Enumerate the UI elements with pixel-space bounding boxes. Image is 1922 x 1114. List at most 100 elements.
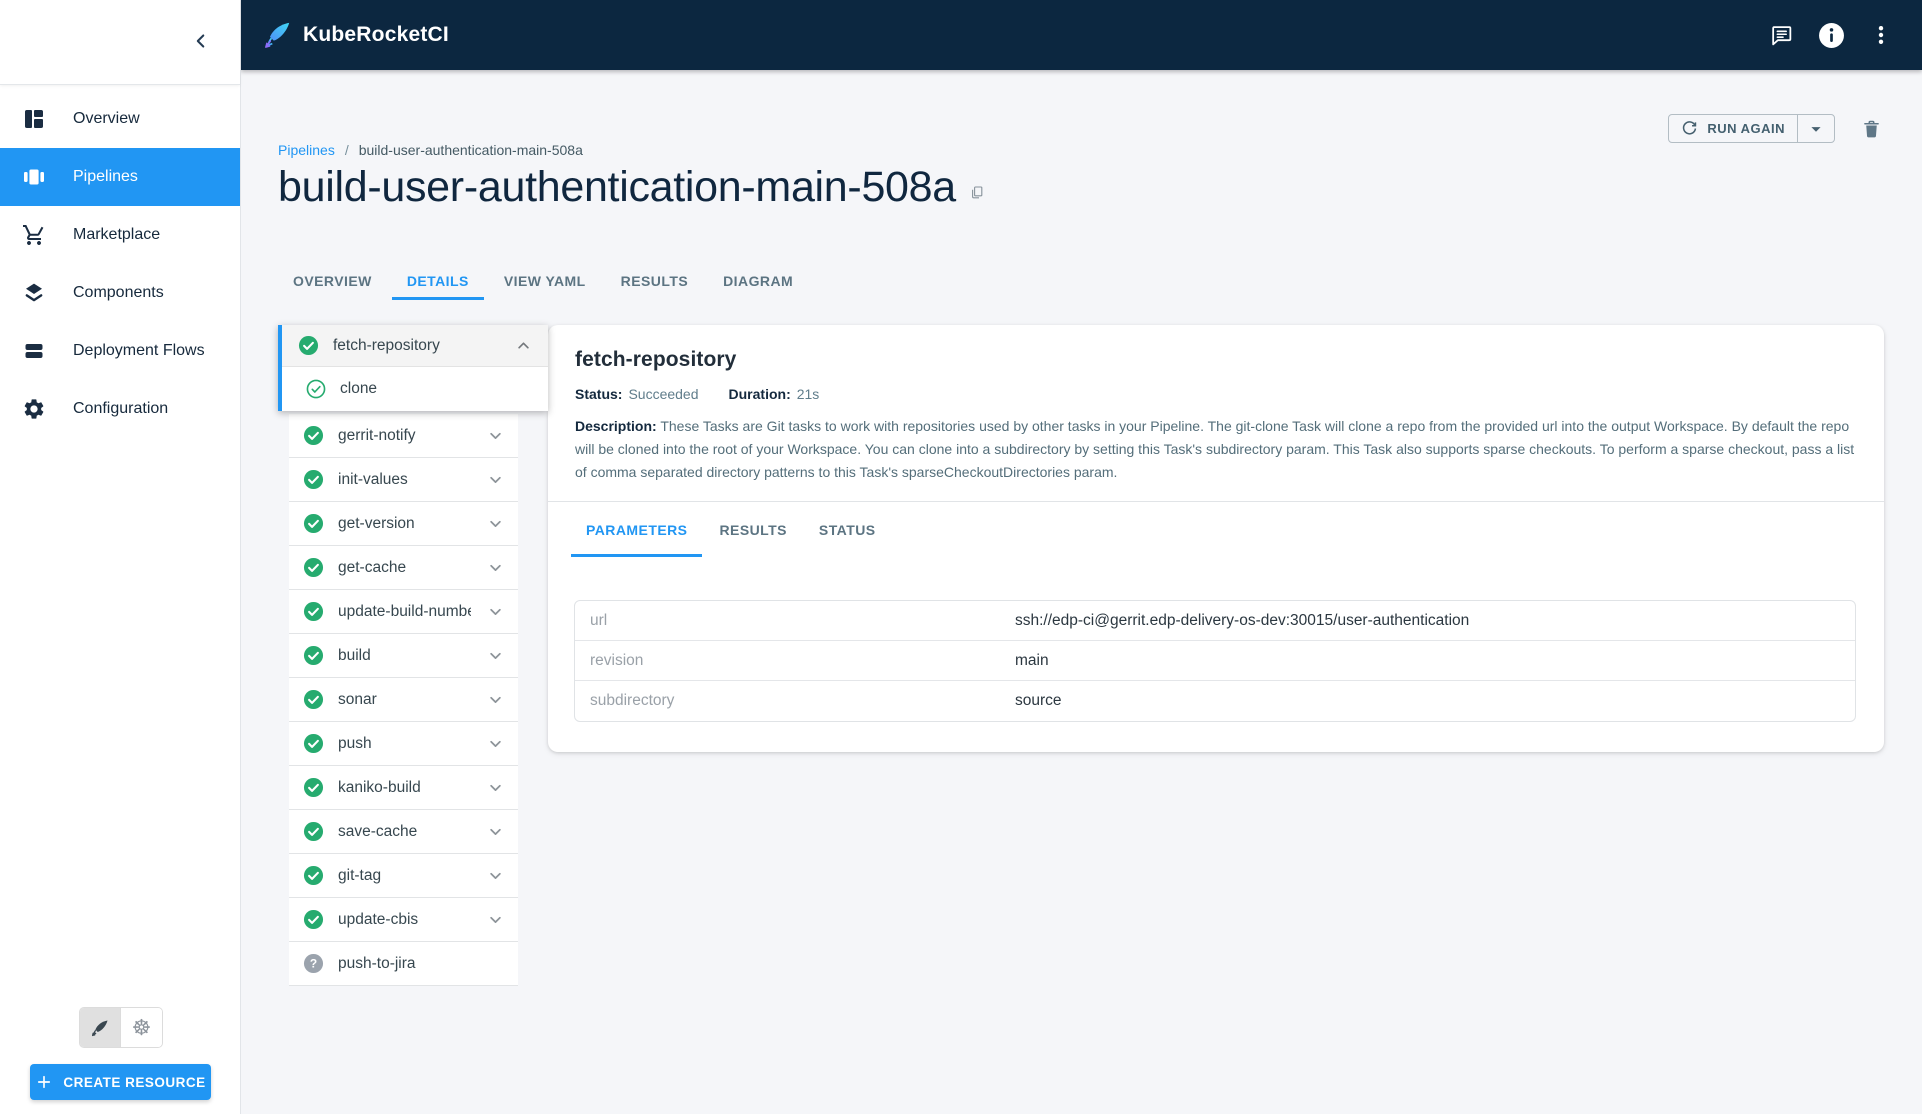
task-item-init-values[interactable]: init-values (289, 458, 518, 502)
create-resource-label: CREATE RESOURCE (63, 1074, 206, 1090)
task-detail-title: fetch-repository (575, 348, 737, 371)
sidebar: Overview Pipelines Marketplace Component… (0, 0, 241, 1114)
task-group-fetch-repository: fetch-repository clone (278, 325, 548, 411)
sidebar-item-deployment-flows[interactable]: Deployment Flows (0, 322, 240, 380)
check-circle-icon (303, 513, 324, 534)
task-item-fetch-repository[interactable]: fetch-repository (282, 325, 548, 367)
more-menu-button[interactable] (1867, 21, 1895, 49)
detail-tab-status[interactable]: STATUS (804, 502, 891, 557)
check-circle-icon (303, 645, 324, 666)
run-again-label: RUN AGAIN (1707, 121, 1785, 136)
task-item-push-to-jira[interactable]: ? push-to-jira (289, 942, 518, 986)
task-list: fetch-repository clone gerrit-notify ini… (278, 325, 548, 986)
task-item-label: save-cache (338, 822, 418, 840)
tab-view-yaml[interactable]: VIEW YAML (489, 261, 601, 300)
chevron-down-icon (485, 777, 506, 798)
create-resource-button[interactable]: CREATE RESOURCE (30, 1064, 211, 1100)
tab-overview[interactable]: OVERVIEW (278, 261, 387, 300)
sidebar-collapse-button[interactable] (188, 28, 214, 54)
status-label: Status: (575, 386, 623, 402)
task-item-update-cbis[interactable]: update-cbis (289, 898, 518, 942)
run-again-button[interactable]: RUN AGAIN (1669, 115, 1798, 142)
kubernetes-toggle-button[interactable]: ☸ (121, 1008, 162, 1047)
tab-details[interactable]: DETAILS (391, 261, 484, 300)
chevron-down-icon (485, 601, 506, 622)
feather-toggle-button[interactable] (80, 1008, 121, 1047)
chevron-down-icon (485, 733, 506, 754)
task-item-label: update-build-number (338, 602, 471, 620)
check-circle-icon (303, 425, 324, 446)
sidebar-item-configuration[interactable]: Configuration (0, 380, 240, 438)
sidebar-item-label: Deployment Flows (73, 342, 205, 359)
sidebar-item-components[interactable]: Components (0, 264, 240, 322)
detail-tab-parameters[interactable]: PARAMETERS (571, 502, 703, 557)
breadcrumb-pipelines-link[interactable]: Pipelines (278, 142, 335, 158)
task-item-build[interactable]: build (289, 634, 518, 678)
detail-tab-results[interactable]: RESULTS (704, 502, 801, 557)
task-item-label: update-cbis (338, 910, 419, 928)
task-item-save-cache[interactable]: save-cache (289, 810, 518, 854)
task-item-sonar[interactable]: sonar (289, 678, 518, 722)
run-again-dropdown-button[interactable] (1798, 115, 1834, 142)
chevron-down-icon (485, 909, 506, 930)
task-item-label: kaniko-build (338, 778, 421, 796)
delete-pipeline-button[interactable] (1859, 116, 1884, 142)
task-step-clone[interactable]: clone (282, 367, 548, 411)
info-button[interactable] (1816, 20, 1847, 51)
task-item-gerrit-notify[interactable]: gerrit-notify (289, 414, 518, 458)
task-item-kaniko-build[interactable]: kaniko-build (289, 766, 518, 810)
task-item-label: fetch-repository (333, 336, 440, 354)
kebab-menu-icon (1869, 23, 1893, 47)
sidebar-nav: Overview Pipelines Marketplace Component… (0, 85, 240, 438)
sidebar-item-overview[interactable]: Overview (0, 90, 240, 148)
task-item-label: init-values (338, 470, 408, 488)
check-circle-icon (303, 865, 324, 886)
overview-icon (22, 107, 46, 131)
question-circle-icon: ? (303, 953, 324, 974)
pipeline-tabs: OVERVIEW DETAILS VIEW YAML RESULTS DIAGRAM (278, 261, 1884, 300)
chevron-down-icon (485, 469, 506, 490)
task-item-get-cache[interactable]: get-cache (289, 546, 518, 590)
copy-title-button[interactable] (969, 185, 985, 201)
task-item-label: gerrit-notify (338, 426, 416, 444)
check-circle-icon (303, 469, 324, 490)
pipelines-icon (22, 165, 46, 189)
kubernetes-icon: ☸ (131, 1014, 152, 1040)
task-step-label: clone (340, 380, 378, 397)
cluster-toggle: ☸ (79, 1007, 163, 1048)
duration-value: 21s (796, 386, 820, 402)
task-status-row: Status: Succeeded Duration: 21s (575, 386, 1857, 402)
sidebar-item-label: Marketplace (73, 226, 161, 243)
task-item-label: get-cache (338, 558, 407, 576)
status-value: Succeeded (628, 386, 699, 402)
sidebar-header (0, 0, 240, 85)
sidebar-item-marketplace[interactable]: Marketplace (0, 206, 240, 264)
task-item-update-build-number[interactable]: update-build-number (289, 590, 518, 634)
feather-icon (90, 1018, 110, 1038)
check-circle-icon (303, 557, 324, 578)
task-item-label: get-version (338, 514, 415, 532)
trash-icon (1861, 118, 1882, 140)
sidebar-item-label: Overview (73, 110, 140, 127)
refresh-icon (1681, 120, 1698, 137)
task-item-get-version[interactable]: get-version (289, 502, 518, 546)
sidebar-item-label: Components (73, 284, 164, 301)
check-circle-icon (303, 821, 324, 842)
page-title: build-user-authentication-main-508a (278, 163, 956, 211)
sidebar-item-pipelines[interactable]: Pipelines (0, 148, 240, 206)
task-item-label: sonar (338, 690, 377, 708)
check-circle-icon (303, 689, 324, 710)
sidebar-item-label: Pipelines (73, 168, 138, 185)
parameter-value: main (1015, 651, 1049, 669)
feedback-button[interactable] (1767, 21, 1796, 50)
tab-diagram[interactable]: DIAGRAM (708, 261, 808, 300)
task-item-push[interactable]: push (289, 722, 518, 766)
breadcrumb-separator: / (344, 142, 349, 158)
task-item-label: build (338, 646, 371, 664)
appbar: KubeRocketCI (241, 0, 1922, 70)
tab-results[interactable]: RESULTS (606, 261, 703, 300)
deployment-flows-icon (22, 339, 46, 363)
task-item-git-tag[interactable]: git-tag (289, 854, 518, 898)
caret-down-icon (1805, 118, 1827, 140)
chevron-down-icon (485, 821, 506, 842)
